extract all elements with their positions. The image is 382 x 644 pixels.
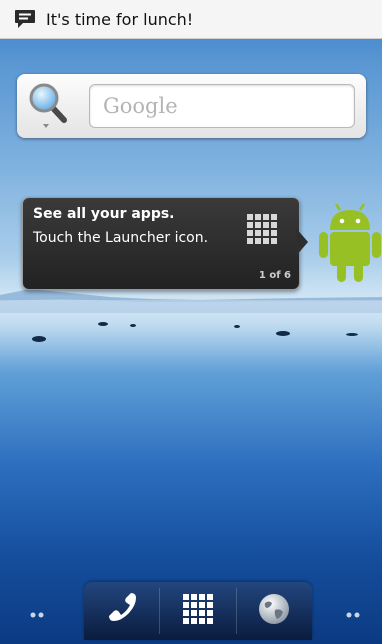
globe-icon	[257, 592, 291, 630]
app-grid-icon	[182, 594, 213, 628]
wallpaper-rock	[346, 333, 358, 336]
page-right-dots[interactable]	[346, 604, 362, 618]
home-dock	[84, 582, 312, 640]
page-left-dots[interactable]	[30, 604, 46, 618]
wallpaper-rock	[276, 331, 290, 336]
google-search-widget[interactable]: Google	[17, 74, 366, 138]
app-grid-icon	[247, 214, 277, 244]
tip-body: Touch the Launcher icon.	[33, 230, 209, 246]
wallpaper-rock	[130, 324, 136, 327]
android-robot-icon	[318, 203, 382, 284]
wallpaper-rock	[32, 336, 46, 342]
magnifier-icon[interactable]	[26, 80, 72, 130]
callout-pointer	[296, 228, 308, 256]
tip-page-indicator: 1 of 6	[258, 270, 291, 281]
wallpaper-rock	[98, 322, 108, 326]
launcher-button[interactable]	[160, 582, 235, 640]
launcher-tip-callout[interactable]: See all your apps. Touch the Launcher ic…	[22, 197, 300, 290]
chat-bubble-icon	[14, 9, 36, 29]
notification-text: It's time for lunch!	[46, 9, 194, 29]
status-bar[interactable]: It's time for lunch!	[0, 0, 382, 39]
wallpaper-water-shine	[0, 300, 382, 360]
tip-title: See all your apps.	[33, 206, 175, 222]
search-input[interactable]: Google	[89, 84, 355, 128]
phone-icon	[105, 592, 139, 630]
wallpaper-rock	[234, 325, 240, 328]
search-placeholder: Google	[103, 94, 178, 118]
browser-button[interactable]	[237, 582, 312, 640]
phone-button[interactable]	[84, 582, 159, 640]
